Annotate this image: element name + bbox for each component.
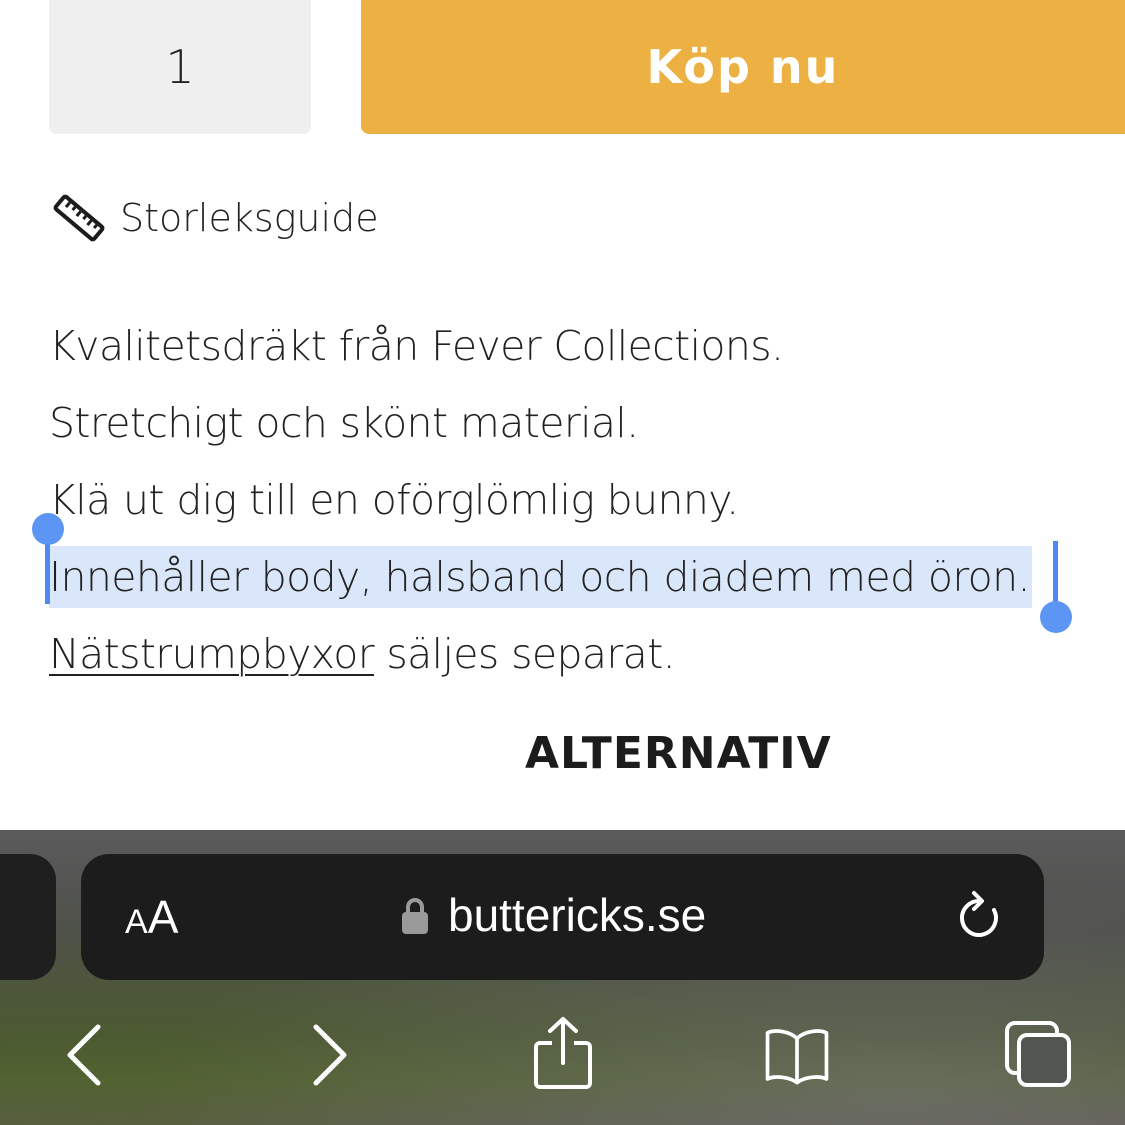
description-line: Stretchigt och skönt material. <box>49 399 639 447</box>
text-selection[interactable]: Innehåller body, halsband och diadem med… <box>49 546 1032 608</box>
forward-icon[interactable] <box>300 1015 370 1095</box>
lock-icon <box>402 898 428 934</box>
selection-end-handle[interactable] <box>1040 601 1072 633</box>
size-guide-label: Storleksguide <box>120 196 379 240</box>
quantity-field[interactable]: 1 <box>49 0 311 134</box>
previous-tab-bar[interactable] <box>0 854 56 980</box>
back-icon[interactable] <box>58 1015 128 1095</box>
description-line-selected: Innehåller body, halsband och diadem med… <box>49 539 1089 616</box>
buy-now-button[interactable]: Köp nu <box>361 0 1125 134</box>
selection-start-caret <box>45 541 50 604</box>
text-size-button[interactable]: AA <box>125 890 178 944</box>
description-line: Kvalitetsdräkt från Fever Collections. <box>49 322 784 370</box>
product-description: Kvalitetsdräkt från Fever Collections. S… <box>49 308 1089 693</box>
size-guide-link[interactable]: Storleksguide <box>52 188 379 248</box>
selection-end-caret <box>1053 541 1058 604</box>
description-text: säljes separat. <box>373 630 676 678</box>
section-heading: ALTERNATIV <box>525 728 832 779</box>
bookmarks-icon[interactable] <box>762 1015 832 1095</box>
fishnet-tights-link[interactable]: Nätstrumpbyxor <box>49 630 375 678</box>
text-size-big: A <box>147 891 179 943</box>
share-icon[interactable] <box>528 1015 598 1095</box>
description-line: Nätstrumpbyxor säljes separat. <box>49 616 1089 693</box>
selection-start-handle[interactable] <box>32 513 64 545</box>
tabs-icon[interactable] <box>1003 1015 1075 1095</box>
description-line: Klä ut dig till en oförglömlig bunny. <box>49 476 739 524</box>
text-size-small: A <box>125 903 148 941</box>
url-text[interactable]: buttericks.se <box>448 888 706 942</box>
reload-icon[interactable] <box>955 888 1005 944</box>
ruler-icon <box>53 194 105 242</box>
